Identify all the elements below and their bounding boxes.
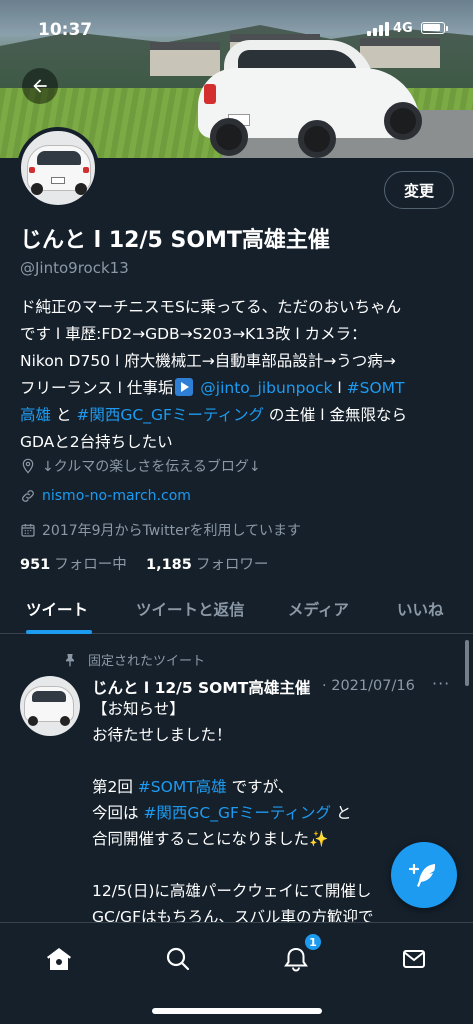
tweet-text: と [331,804,352,822]
website-link[interactable]: nismo-no-march.com [42,488,191,504]
tweet-line: 今回は #関西GC_GFミーティング と [92,800,462,826]
tweet-text: 第2回 [92,778,138,796]
pin-icon [66,653,74,667]
bio-hashtag-somt[interactable]: #SOMT [347,379,405,397]
bio-hashtag-kansai[interactable]: #関西GC_GFミーティング [76,406,264,424]
location-pin-icon [22,458,34,474]
profile-website[interactable]: nismo-no-march.com [20,488,191,504]
tweet-line: 第2回 #SOMT高雄 ですが、 [92,774,462,800]
link-icon [22,490,34,502]
bio-text: フリーランス l 仕事垢 [20,379,174,397]
bio-and: と [51,406,77,424]
mail-icon [403,950,425,968]
profile-handle: @Jinto9rock13 [20,259,129,277]
back-button[interactable] [22,68,58,104]
profile-joined: 2017年9月からTwitterを利用しています [20,520,301,540]
bio-hashtag-somt-cont[interactable]: 高雄 [20,406,51,424]
home-icon [47,948,71,970]
bio-line: 高雄 と #関西GC_GFミーティング の主催 l 金無限なら [20,402,460,429]
tweet-date[interactable]: · 2021/07/16 [322,678,415,694]
feather-plus-icon [408,863,435,887]
bio-line: です l 車歴:FD2→GDB→S203→K13改 l カメラ： [20,325,367,343]
sparkle-emoji-icon: ✨ [309,830,329,848]
bio-separator: l [332,379,347,397]
followers-count: 1,185 [146,557,192,573]
tweet-author[interactable]: じんと l 12/5 SOMT高雄主催 [92,676,314,698]
bio-line: ド純正のマーチニスモSに乗ってる、ただのおいちゃん [20,298,402,316]
pinned-text: 固定されたツイート [88,654,206,669]
more-options-icon[interactable]: ··· [432,674,450,693]
profile-bio: ド純正のマーチニスモSに乗ってる、ただのおいちゃん です l 車歴:FD2→GD… [20,294,460,456]
network-type: 4G [393,21,413,36]
pinned-label: 固定されたツイート [62,650,205,669]
bell-icon [284,947,308,972]
tweet-hashtag-kansai[interactable]: #関西GC_GFミーティング [143,804,331,822]
bio-line: GDAと2台持ちしたい [20,433,173,451]
following-count: 951 [20,557,51,573]
active-tab-indicator [26,630,92,634]
tweet-text: 合同開催することになりました [92,830,310,848]
following-label: フォロー中 [54,557,127,573]
scrollbar[interactable] [465,640,469,686]
bio-line: Nikon D750 l 府大機械工→自動車部品設計→うつ病→ [20,352,396,370]
bio-line: フリーランス l 仕事垢 @jinto_jibunpock l #SOMT [20,375,460,402]
nav-home[interactable] [39,939,79,979]
bio-mention-link[interactable]: @jinto_jibunpock [200,379,332,397]
calendar-icon [21,524,35,537]
tab-media[interactable]: メディア [288,598,349,620]
signal-icon [367,22,389,36]
nav-search[interactable] [158,939,198,979]
play-button-icon [175,378,194,396]
status-bar: 10:37 4G [0,0,473,54]
followers-link[interactable]: 1,185 フォロワー [146,557,268,573]
follow-stats: 951 フォロー中 1,185 フォロワー [20,553,268,574]
nav-messages[interactable] [394,939,434,979]
compose-tweet-button[interactable] [391,842,457,908]
tweet-hashtag-somt[interactable]: #SOMT高雄 [138,778,227,796]
banner-car [198,38,426,158]
profile-tabs: ツイート ツイートと返信 メディア いいね [0,588,473,634]
arrow-left-icon [33,79,47,93]
status-time: 10:37 [38,20,93,40]
tab-tweets-replies[interactable]: ツイートと返信 [136,598,245,620]
following-link[interactable]: 951 フォロー中 [20,557,127,573]
notification-badge: 1 [304,933,322,951]
tweet-text: ですが、 [226,778,294,796]
battery-icon [421,22,445,34]
tab-likes[interactable]: いいね [397,598,444,620]
bio-tail: の主催 l 金無限なら [263,406,408,424]
edit-profile-button[interactable]: 変更 [384,171,454,209]
profile-avatar[interactable] [17,127,99,209]
profile-location: ↓クルマの楽しさを伝えるブログ↓ [20,456,261,476]
tweet-line: 【お知らせ】 [92,700,185,718]
joined-text: 2017年9月からTwitterを利用しています [42,523,302,539]
tweet-text: 今回は [92,804,144,822]
search-icon [166,947,190,971]
location-text: ↓クルマの楽しさを伝えるブログ↓ [42,459,261,475]
followers-label: フォロワー [195,557,269,573]
tweet-avatar[interactable] [20,676,80,736]
tab-tweets[interactable]: ツイート [26,598,88,620]
battery-tip [446,26,448,31]
home-indicator[interactable] [152,1008,322,1014]
tweet-line: お待たせしました！ [92,726,232,744]
profile-name: じんと l 12/5 SOMT高雄主催 [20,228,330,253]
